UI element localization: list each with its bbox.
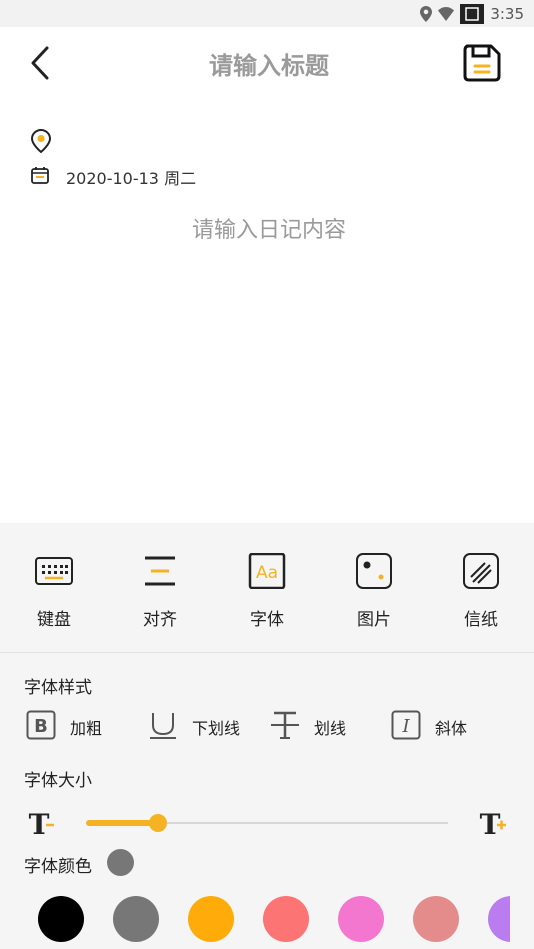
underline-icon (148, 710, 178, 744)
bold-option[interactable]: B 加粗 (26, 710, 102, 744)
style-label: 加粗 (70, 719, 103, 738)
toolbar-label: 键盘 (37, 610, 71, 630)
toolbar-letter-paper-button[interactable]: 信纸 (446, 553, 516, 630)
location-status-icon (420, 6, 433, 22)
strikethrough-icon (270, 710, 300, 744)
content-input[interactable] (30, 210, 508, 514)
color-swatch[interactable] (338, 896, 384, 942)
increase-font-size-icon[interactable]: T (478, 808, 508, 842)
toolbar-label: 信纸 (464, 610, 498, 630)
location-pin-icon (30, 128, 52, 158)
svg-text:Aa: Aa (256, 563, 278, 583)
toolbar-keyboard-button[interactable]: 键盘 (19, 553, 89, 630)
toolbar-image-button[interactable]: 图片 (339, 553, 409, 630)
bold-icon: B (26, 710, 56, 744)
style-label: 划线 (314, 719, 347, 738)
wifi-icon (438, 7, 455, 21)
chevron-left-icon (29, 46, 51, 84)
letter-paper-icon (461, 553, 501, 593)
slider-thumb[interactable] (149, 814, 168, 832)
save-icon (462, 43, 502, 87)
svg-text:B: B (34, 716, 48, 737)
toolbar-align-button[interactable]: 对齐 (125, 553, 195, 630)
color-swatch[interactable] (488, 896, 510, 942)
toolbar-label: 字体 (250, 610, 284, 630)
color-swatch[interactable] (188, 896, 234, 942)
svg-text:T: T (29, 808, 50, 838)
italic-icon: I (391, 710, 421, 744)
italic-option[interactable]: I 斜体 (391, 710, 467, 744)
align-icon (140, 553, 180, 593)
slider-fill (86, 820, 159, 826)
font-size-slider[interactable] (86, 814, 448, 832)
editor-toolbar: 键盘 对齐 Aa 字体 图片 信纸 (0, 523, 534, 653)
keyboard-icon (34, 553, 74, 593)
decrease-font-size-icon[interactable]: T (27, 808, 57, 842)
title-input[interactable] (120, 47, 418, 85)
color-swatch[interactable] (413, 896, 459, 942)
svg-text:I: I (401, 716, 410, 737)
toolbar-label: 图片 (357, 610, 391, 630)
style-label: 斜体 (435, 719, 468, 738)
font-icon: Aa (247, 552, 287, 593)
save-button[interactable] (460, 43, 504, 87)
status-bar: 3:35 (0, 0, 534, 27)
style-label: 下划线 (192, 719, 241, 738)
date-row[interactable]: 2020-10-13 周二 (30, 165, 196, 189)
color-swatches (38, 896, 510, 942)
font-color-title: 字体颜色 (24, 857, 92, 877)
clock: 3:35 (490, 5, 524, 23)
toolbar-font-button[interactable]: Aa 字体 (232, 552, 302, 630)
svg-text:T: T (480, 808, 501, 838)
color-swatch[interactable] (113, 896, 159, 942)
back-button[interactable] (22, 45, 58, 85)
font-style-title: 字体样式 (24, 678, 92, 698)
screenshot-icon (460, 4, 485, 24)
date-text: 2020-10-13 周二 (66, 169, 197, 188)
strikethrough-option[interactable]: 划线 (270, 710, 346, 744)
underline-option[interactable]: 下划线 (148, 710, 240, 744)
color-swatch[interactable] (263, 896, 309, 942)
top-bar (0, 27, 534, 102)
location-button[interactable] (30, 128, 54, 154)
current-color-indicator (107, 849, 134, 876)
font-size-title: 字体大小 (24, 771, 92, 791)
toolbar-label: 对齐 (143, 610, 177, 630)
color-swatch[interactable] (38, 896, 84, 942)
calendar-icon (30, 165, 50, 189)
image-icon (354, 553, 394, 593)
